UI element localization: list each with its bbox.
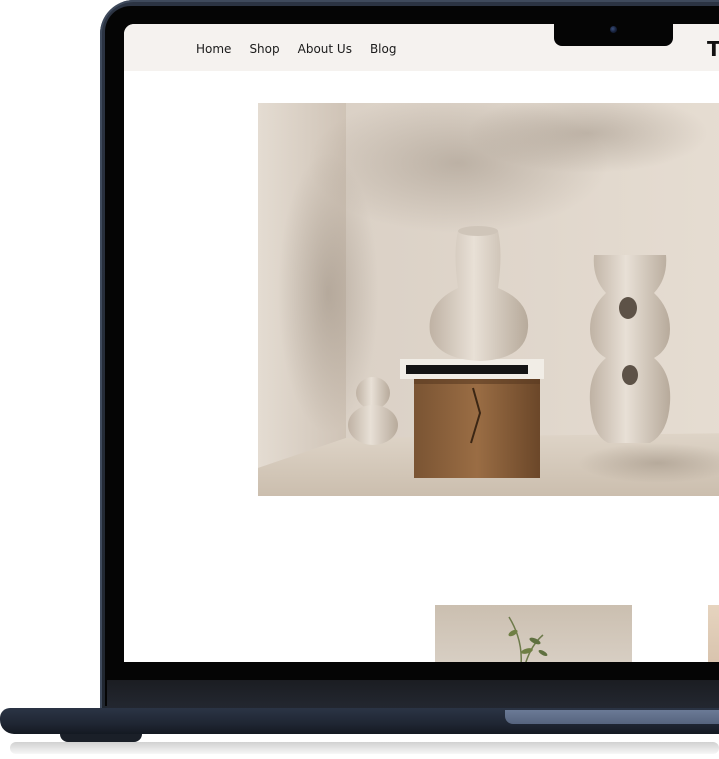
laptop-lip [505,710,719,724]
laptop-foot [60,734,142,742]
nav-link-shop[interactable]: Shop [249,40,279,58]
camera-icon [610,26,617,33]
product-thumbnail[interactable] [435,605,632,662]
nav-link-blog[interactable]: Blog [370,40,397,58]
hero-image [258,103,719,496]
plant-photo [508,616,548,662]
camera-notch [554,24,673,46]
laptop-screen: Home Shop About Us Blog T [124,24,719,662]
nav-link-about-us[interactable]: About Us [298,40,352,58]
nav-link-home[interactable]: Home [196,40,231,58]
site-logo[interactable]: T [707,36,719,62]
laptop-shadow [10,742,719,754]
main-nav: Home Shop About Us Blog [196,40,414,58]
laptop-mockup: Home Shop About Us Blog T [0,0,719,759]
product-thumbnail[interactable] [708,605,719,662]
ceramic-vases-photo [258,103,719,496]
laptop-hinge [107,680,719,708]
